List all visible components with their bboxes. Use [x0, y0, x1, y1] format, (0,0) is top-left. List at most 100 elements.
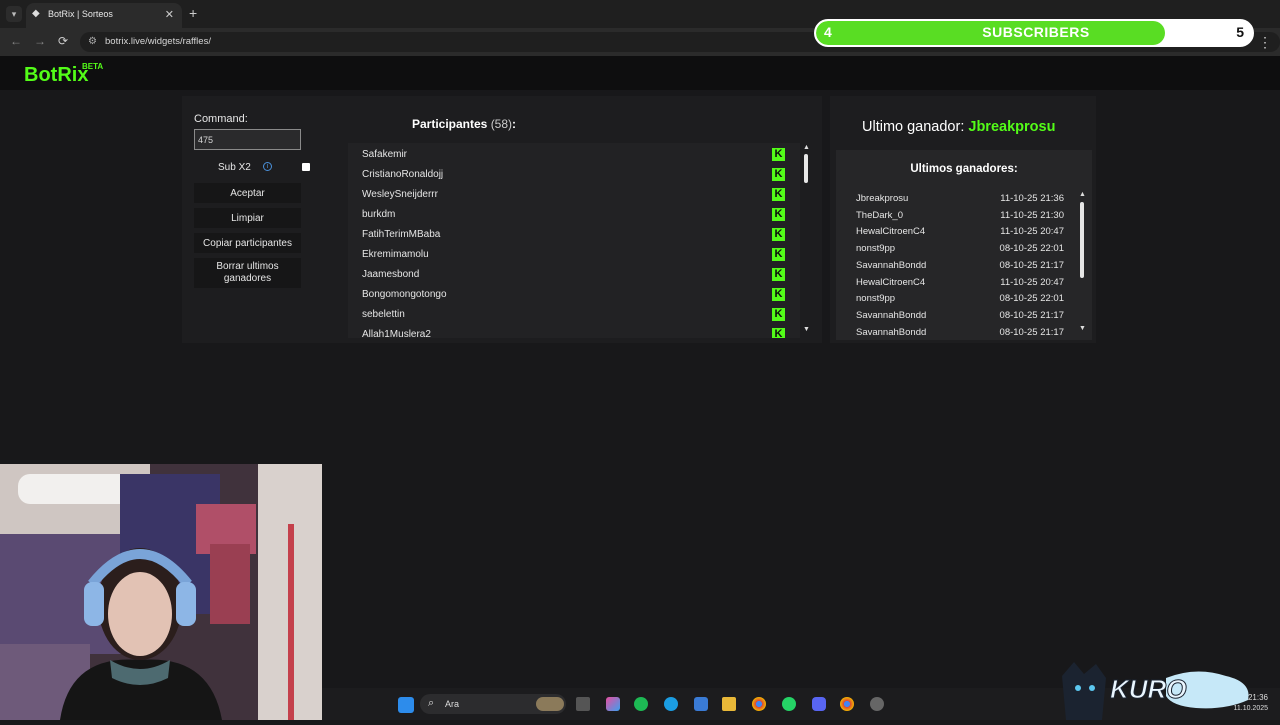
spotify-icon[interactable] — [634, 697, 648, 711]
participants-scrollbar[interactable] — [804, 154, 808, 183]
scroll-up-icon[interactable]: ▲ — [1079, 191, 1086, 198]
browser-tab[interactable]: ◆ BotRix | Sorteos ✕ — [26, 3, 182, 28]
tab-close-icon[interactable]: ✕ — [165, 8, 174, 21]
participants-heading: Participantes (58): — [346, 117, 582, 131]
chrome-icon[interactable] — [752, 697, 766, 711]
back-button[interactable]: ← — [10, 34, 22, 48]
participant-name: Jaamesbond — [362, 269, 420, 280]
participant-name: Bongomongotongo — [362, 289, 447, 300]
svg-text:KURO: KURO — [1110, 674, 1187, 704]
botrix-logo[interactable]: BotRix — [24, 64, 88, 87]
store-icon[interactable] — [694, 697, 708, 711]
winner-row: nonst9pp 08-10-25 22:01 — [856, 243, 1064, 259]
winner-row: HewalCitroenC4 11-10-25 20:47 — [856, 277, 1064, 293]
winner-name: SavannahBondd — [856, 259, 927, 271]
winner-date: 11-10-25 21:36 — [1000, 193, 1064, 204]
kick-platform-icon: K — [772, 188, 785, 201]
winner-row: HewalCitroenC4 11-10-25 20:47 — [856, 226, 1064, 242]
participant-name: Safakemir — [362, 149, 408, 160]
kick-platform-icon: K — [772, 328, 785, 338]
new-tab-button[interactable]: + — [189, 5, 197, 21]
kuro-logo: KURO — [1056, 656, 1256, 720]
taskbar-search-placeholder: Ara — [445, 699, 460, 709]
app-header: BotRix BETA — [0, 56, 1280, 90]
kick-platform-icon: K — [772, 248, 785, 261]
botrix-favicon-icon: ◆ — [32, 8, 40, 19]
participant-row: FatihTerimMBaba K — [348, 225, 800, 245]
winner-row: TheDark_0 11-10-25 21:30 — [856, 210, 1064, 226]
winner-date: 08-10-25 21:17 — [999, 326, 1064, 338]
reload-button[interactable]: ⟳ — [58, 34, 68, 48]
browser-menu-icon[interactable]: ⋮ — [1258, 34, 1272, 51]
participant-name: burkdm — [362, 209, 396, 220]
participant-row: WesleySneijderrr K — [348, 185, 800, 205]
winners-list[interactable]: Jbreakprosu 11-10-25 21:36 TheDark_0 11-10-… — [836, 190, 1092, 340]
subscriber-goal-bar: SUBSCRIBERS 4 5 — [814, 19, 1254, 47]
subscriber-goal-count: 5 — [1236, 24, 1244, 40]
participant-name: FatihTerimMBaba — [362, 229, 441, 240]
participant-row: Jaamesbond K — [348, 265, 800, 285]
winner-row: SavannahBondd 08-10-25 21:17 — [856, 327, 1064, 340]
info-icon[interactable]: i — [263, 162, 272, 171]
winner-name: nonst9pp — [856, 293, 896, 305]
winner-row: SavannahBondd 08-10-25 21:17 — [856, 260, 1064, 276]
windows-start-icon[interactable] — [398, 697, 414, 713]
participant-row: Ekremimamolu K — [348, 245, 800, 265]
scroll-up-icon[interactable]: ▲ — [803, 144, 810, 151]
winner-date: 11-10-25 20:47 — [1000, 276, 1064, 288]
forward-button[interactable]: → — [34, 34, 46, 48]
discord-icon[interactable] — [812, 697, 826, 711]
last-winner-name: Jbreakprosu — [968, 119, 1056, 135]
search-highlight-icon — [536, 697, 564, 711]
webcam-image — [0, 464, 322, 720]
delete-last-winners-button[interactable]: Borrar ultimos ganadores — [194, 258, 301, 288]
edge-icon[interactable] — [664, 697, 678, 711]
command-label: Command: — [194, 113, 248, 125]
participant-name: Ekremimamolu — [362, 249, 429, 260]
site-info-icon[interactable]: ⚙ — [88, 36, 97, 47]
participant-row: burkdm K — [348, 205, 800, 225]
webcam-feed — [0, 464, 322, 720]
file-explorer-icon[interactable] — [722, 697, 736, 711]
kick-platform-icon: K — [772, 148, 785, 161]
participant-row: Safakemir K — [348, 145, 800, 165]
winner-date: 11-10-25 20:47 — [1000, 226, 1064, 238]
participant-name: CristianoRonaldojj — [362, 169, 444, 180]
winner-date: 08-10-25 21:17 — [999, 309, 1064, 321]
participants-colon: : — [512, 117, 517, 131]
winner-row: Jbreakprosu 11-10-25 21:36 — [856, 193, 1064, 209]
beta-badge: BETA — [82, 62, 104, 71]
scroll-down-icon[interactable]: ▼ — [1079, 325, 1086, 332]
winner-name: SavannahBondd — [856, 326, 927, 338]
winners-list-title: Ultimos ganadores: — [910, 163, 1018, 175]
subx2-label: Sub X2 — [218, 162, 251, 173]
last-winner: Ultimo ganador: Jbreakprosu — [862, 119, 1055, 135]
copy-participants-button[interactable]: Copiar participantes — [194, 233, 301, 253]
command-input[interactable] — [194, 129, 301, 150]
kick-platform-icon: K — [772, 288, 785, 301]
winner-name: HewalCitroenC4 — [856, 276, 926, 288]
obs-icon[interactable] — [870, 697, 884, 711]
whatsapp-icon[interactable] — [782, 697, 796, 711]
winner-name: nonst9pp — [856, 243, 896, 255]
subx2-checkbox[interactable] — [302, 163, 310, 171]
url-text[interactable]: botrix.live/widgets/raffles/ — [105, 36, 211, 47]
participant-name: sebelettin — [362, 309, 405, 320]
participant-row: Allah1Muslera2 K — [348, 325, 800, 338]
winner-name: Jbreakprosu — [856, 193, 909, 204]
winners-scrollbar[interactable] — [1080, 202, 1084, 278]
tab-search-icon[interactable]: ▾ — [6, 6, 22, 22]
scroll-down-icon[interactable]: ▼ — [803, 326, 810, 333]
winner-name: SavannahBondd — [856, 309, 927, 321]
winner-date: 08-10-25 22:01 — [999, 243, 1064, 255]
copilot-icon[interactable] — [606, 697, 620, 711]
task-view-icon[interactable] — [576, 697, 590, 711]
participants-list[interactable]: Safakemir K CristianoRonaldojj K WesleySneij… — [348, 143, 800, 338]
winner-date: 11-10-25 21:30 — [1000, 209, 1064, 221]
accept-button[interactable]: Aceptar — [194, 183, 301, 203]
participant-row: sebelettin K — [348, 305, 800, 325]
chrome-profile-icon[interactable] — [840, 697, 854, 711]
clear-button[interactable]: Limpiar — [194, 208, 301, 228]
winner-name: TheDark_0 — [856, 209, 903, 221]
subscriber-goal-label: SUBSCRIBERS — [982, 24, 1090, 40]
